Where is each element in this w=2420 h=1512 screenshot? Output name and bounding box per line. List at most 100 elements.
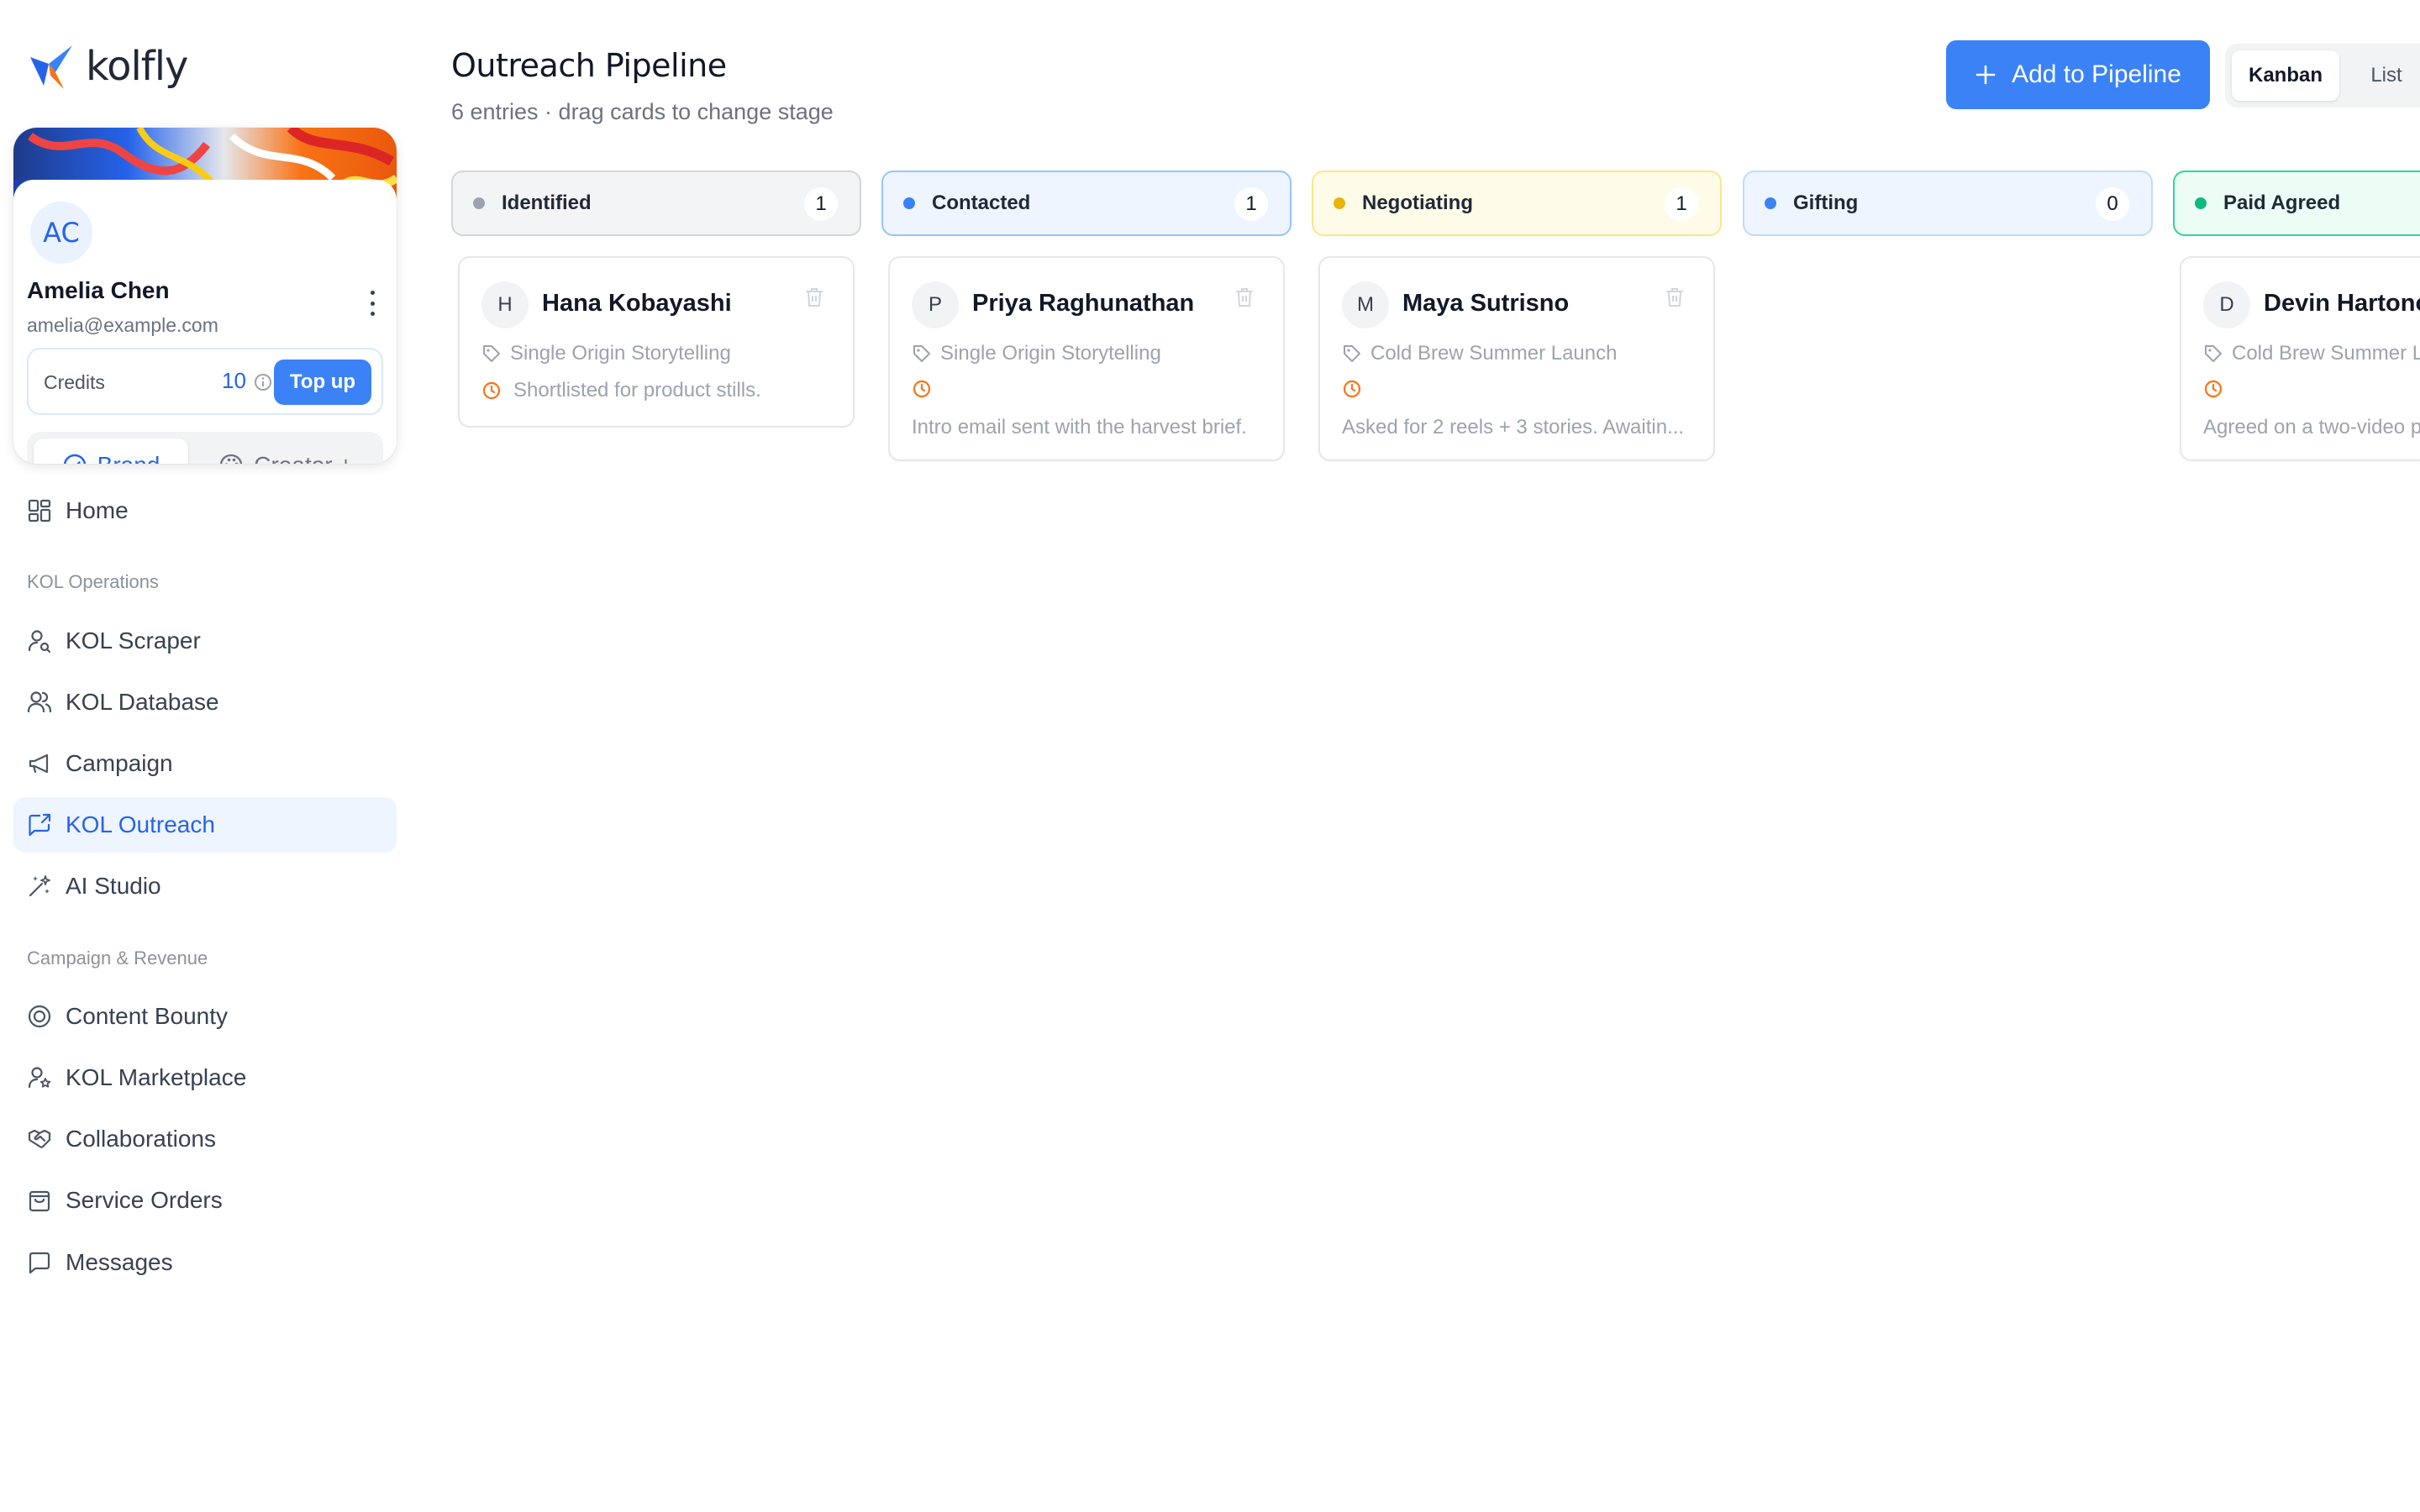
- nav-section-kol-operations: KOL Operations: [27, 571, 159, 592]
- info-icon[interactable]: [254, 373, 272, 391]
- plus-icon: [1975, 65, 1996, 85]
- view-list-tab[interactable]: List: [2353, 50, 2420, 101]
- kanban-card[interactable]: D Devin Hartono Cold Brew Summer L Agree…: [2180, 256, 2420, 461]
- handshake-icon: [28, 1129, 51, 1148]
- stage-dot-icon: [2195, 197, 2207, 209]
- nav-label: KOL Scraper: [66, 627, 201, 654]
- column-header-paid-agreed: Paid Agreed: [2173, 171, 2420, 236]
- nav-label: Messages: [66, 1249, 173, 1275]
- badge-icon: [28, 1005, 51, 1028]
- tag-icon: [1344, 345, 1360, 362]
- column-count: 0: [2096, 187, 2129, 221]
- stage-dot-icon: [1765, 197, 1776, 209]
- card-note: Shortlisted for product stills.: [513, 379, 761, 402]
- mode-brand-label: Brand: [97, 452, 160, 464]
- sidebar: kolfly AC Amelia Chen amelia@example.com…: [0, 0, 420, 1512]
- tag-icon: [483, 345, 500, 362]
- page-subtitle: 6 entries · drag cards to change stage: [451, 99, 834, 124]
- nav-label: AI Studio: [66, 873, 161, 899]
- card-note: Agreed on a two-video p: [2203, 416, 2420, 438]
- stage-dot-icon: [903, 197, 915, 209]
- nav-item-messages[interactable]: Messages: [13, 1235, 397, 1290]
- column-header-identified: Identified 1: [451, 171, 861, 236]
- profile-email: amelia@example.com: [27, 314, 218, 336]
- profile-body: AC Amelia Chen amelia@example.com Credit…: [13, 180, 397, 464]
- column-header-negotiating: Negotiating 1: [1312, 171, 1722, 236]
- card-status: [2203, 379, 2223, 399]
- more-options-icon[interactable]: [368, 291, 376, 316]
- view-kanban-tab[interactable]: Kanban: [2232, 50, 2339, 101]
- kanban-card[interactable]: P Priya Raghunathan Single Origin Storyt…: [888, 256, 1285, 461]
- card-name: Hana Kobayashi: [542, 290, 732, 317]
- column-title: Gifting: [1793, 192, 1859, 214]
- nav-item-ai-studio[interactable]: AI Studio: [13, 858, 397, 914]
- column-title: Contacted: [932, 192, 1031, 214]
- page-title: Outreach Pipeline: [451, 47, 727, 84]
- card-note: Intro email sent with the harvest brief.: [912, 416, 1247, 438]
- grid-icon: [28, 499, 51, 522]
- profile-name: Amelia Chen: [27, 277, 170, 303]
- mode-creator-button[interactable]: Creator +: [195, 438, 376, 464]
- top-up-button[interactable]: Top up: [274, 360, 371, 405]
- credits-value: 10: [222, 368, 246, 393]
- column-title: Paid Agreed: [2223, 192, 2341, 214]
- trash-icon[interactable]: [1665, 286, 1685, 308]
- nav-item-kol-scraper[interactable]: KOL Scraper: [13, 613, 397, 669]
- card-campaign: Single Origin Storytelling: [912, 342, 1161, 365]
- nav-label: Content Bounty: [66, 1003, 229, 1029]
- nav-label: KOL Marketplace: [66, 1064, 247, 1090]
- add-to-pipeline-button[interactable]: Add to Pipeline: [1946, 40, 2210, 109]
- nav-item-kol-marketplace[interactable]: KOL Marketplace: [13, 1050, 397, 1105]
- avatar: AC: [27, 198, 96, 267]
- credits-box: Credits 10 Top up: [27, 348, 383, 415]
- mode-creator-label: Creator +: [254, 452, 353, 464]
- users-icon: [27, 691, 52, 713]
- nav-label: KOL Outreach: [66, 811, 215, 837]
- card-status: Shortlisted for product stills.: [481, 379, 761, 402]
- nav-item-kol-outreach[interactable]: KOL Outreach: [13, 797, 397, 853]
- kanban-card[interactable]: H Hana Kobayashi Single Origin Storytell…: [458, 256, 855, 428]
- nav-label: Collaborations: [66, 1126, 216, 1152]
- palette-icon: [220, 454, 243, 464]
- card-campaign: Single Origin Storytelling: [481, 342, 731, 365]
- kanban-card[interactable]: M Maya Sutrisno Cold Brew Summer Launch: [1318, 256, 1715, 461]
- nav-item-content-bounty[interactable]: Content Bounty: [13, 989, 397, 1044]
- user-search-icon: [28, 630, 51, 654]
- nav-item-kol-database[interactable]: KOL Database: [13, 675, 397, 730]
- stage-dot-icon: [473, 197, 485, 209]
- magic-wand-icon: [29, 875, 50, 897]
- card-campaign-label: Single Origin Storytelling: [510, 342, 731, 365]
- clock-icon: [2204, 380, 2223, 398]
- logo-text: kolfly: [86, 43, 188, 90]
- card-campaign: Cold Brew Summer L: [2203, 342, 2420, 365]
- card-status: [1342, 379, 1362, 399]
- kolfly-logo-icon: [30, 45, 72, 89]
- tag-icon: [2205, 345, 2222, 362]
- column-title: Identified: [502, 192, 592, 214]
- mode-brand-button[interactable]: Brand: [34, 438, 188, 464]
- nav-label: Home: [66, 497, 129, 523]
- nav-item-service-orders[interactable]: Service Orders: [13, 1173, 397, 1228]
- trash-icon[interactable]: [1234, 286, 1255, 308]
- card-status: [912, 379, 932, 399]
- nav-section-campaign-revenue: Campaign & Revenue: [27, 948, 208, 969]
- nav-item-home[interactable]: Home: [13, 483, 397, 538]
- trash-icon[interactable]: [804, 286, 824, 308]
- card-name: Maya Sutrisno: [1402, 290, 1570, 317]
- badge-check-icon: [63, 454, 86, 464]
- message-share-icon: [29, 813, 51, 837]
- card-avatar: D: [2203, 281, 2250, 328]
- profile-card: AC Amelia Chen amelia@example.com Credit…: [13, 128, 397, 464]
- column-count: 1: [1234, 187, 1268, 221]
- card-campaign-label: Cold Brew Summer L: [2232, 342, 2420, 365]
- message-icon: [29, 1252, 50, 1274]
- clock-icon: [913, 380, 931, 398]
- credits-label: Credits: [44, 371, 105, 393]
- column-header-contacted: Contacted 1: [881, 171, 1292, 236]
- nav-item-campaign[interactable]: Campaign: [13, 736, 397, 791]
- logo[interactable]: kolfly: [27, 42, 188, 91]
- tag-icon: [913, 345, 930, 362]
- card-campaign: Cold Brew Summer Launch: [1342, 342, 1617, 365]
- nav-item-collaborations[interactable]: Collaborations: [13, 1111, 397, 1167]
- card-name: Priya Raghunathan: [972, 290, 1195, 317]
